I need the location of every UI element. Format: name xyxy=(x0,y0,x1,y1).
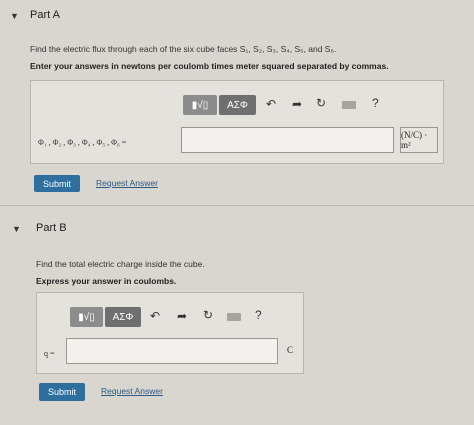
part-a-keyboard-icon[interactable] xyxy=(342,101,356,109)
part-b-templates-button[interactable]: ▮√▯ xyxy=(70,307,103,327)
part-a-prompt: Find the electric flux through each of t… xyxy=(30,44,337,54)
part-b-keyboard-icon[interactable] xyxy=(227,313,241,321)
part-b-reset-icon[interactable]: ↻ xyxy=(203,308,213,322)
part-b-redo-icon[interactable]: ➦ xyxy=(177,309,187,323)
part-b-symbols-button[interactable]: ΑΣΦ xyxy=(105,307,141,327)
part-b-undo-icon[interactable]: ↶ xyxy=(150,309,160,323)
part-a-caret-icon[interactable]: ▼ xyxy=(10,11,19,21)
part-a-request-answer-link[interactable]: Request Answer xyxy=(96,178,158,188)
part-a-redo-icon[interactable]: ➦ xyxy=(292,97,302,111)
part-b-request-answer-link[interactable]: Request Answer xyxy=(101,386,163,396)
part-b-submit-button[interactable]: Submit xyxy=(39,383,85,401)
part-a-submit-button[interactable]: Submit xyxy=(34,175,80,192)
part-a-instruction: Enter your answers in newtons per coulom… xyxy=(30,61,389,71)
part-b-units: C xyxy=(287,345,294,355)
part-b-title[interactable]: Part B xyxy=(36,222,67,234)
part-a-answer-input[interactable] xyxy=(181,127,394,153)
part-a-reset-icon[interactable]: ↻ xyxy=(316,96,326,110)
part-a-undo-icon[interactable]: ↶ xyxy=(266,97,276,111)
part-b-variable-label: q = xyxy=(44,349,55,358)
part-b-help-icon[interactable]: ? xyxy=(255,308,262,322)
part-a-units: (N/C) · m² xyxy=(400,127,438,153)
part-a-help-icon[interactable]: ? xyxy=(372,96,379,110)
part-a-symbols-button[interactable]: ΑΣΦ xyxy=(219,95,256,115)
part-b-instruction: Express your answer in coulombs. xyxy=(36,276,177,286)
part-b-answer-input[interactable] xyxy=(66,338,278,364)
part-divider xyxy=(0,205,474,206)
part-b-caret-icon[interactable]: ▼ xyxy=(12,224,21,234)
part-b-prompt: Find the total electric charge inside th… xyxy=(36,259,205,269)
part-a-title[interactable]: Part A xyxy=(30,9,60,21)
part-a-variable-label: Φ₁ , Φ₂ , Φ₃ , Φ₄ , Φ₅ , Φ₆ = xyxy=(38,138,127,147)
part-a-templates-button[interactable]: ▮√▯ xyxy=(183,95,217,115)
